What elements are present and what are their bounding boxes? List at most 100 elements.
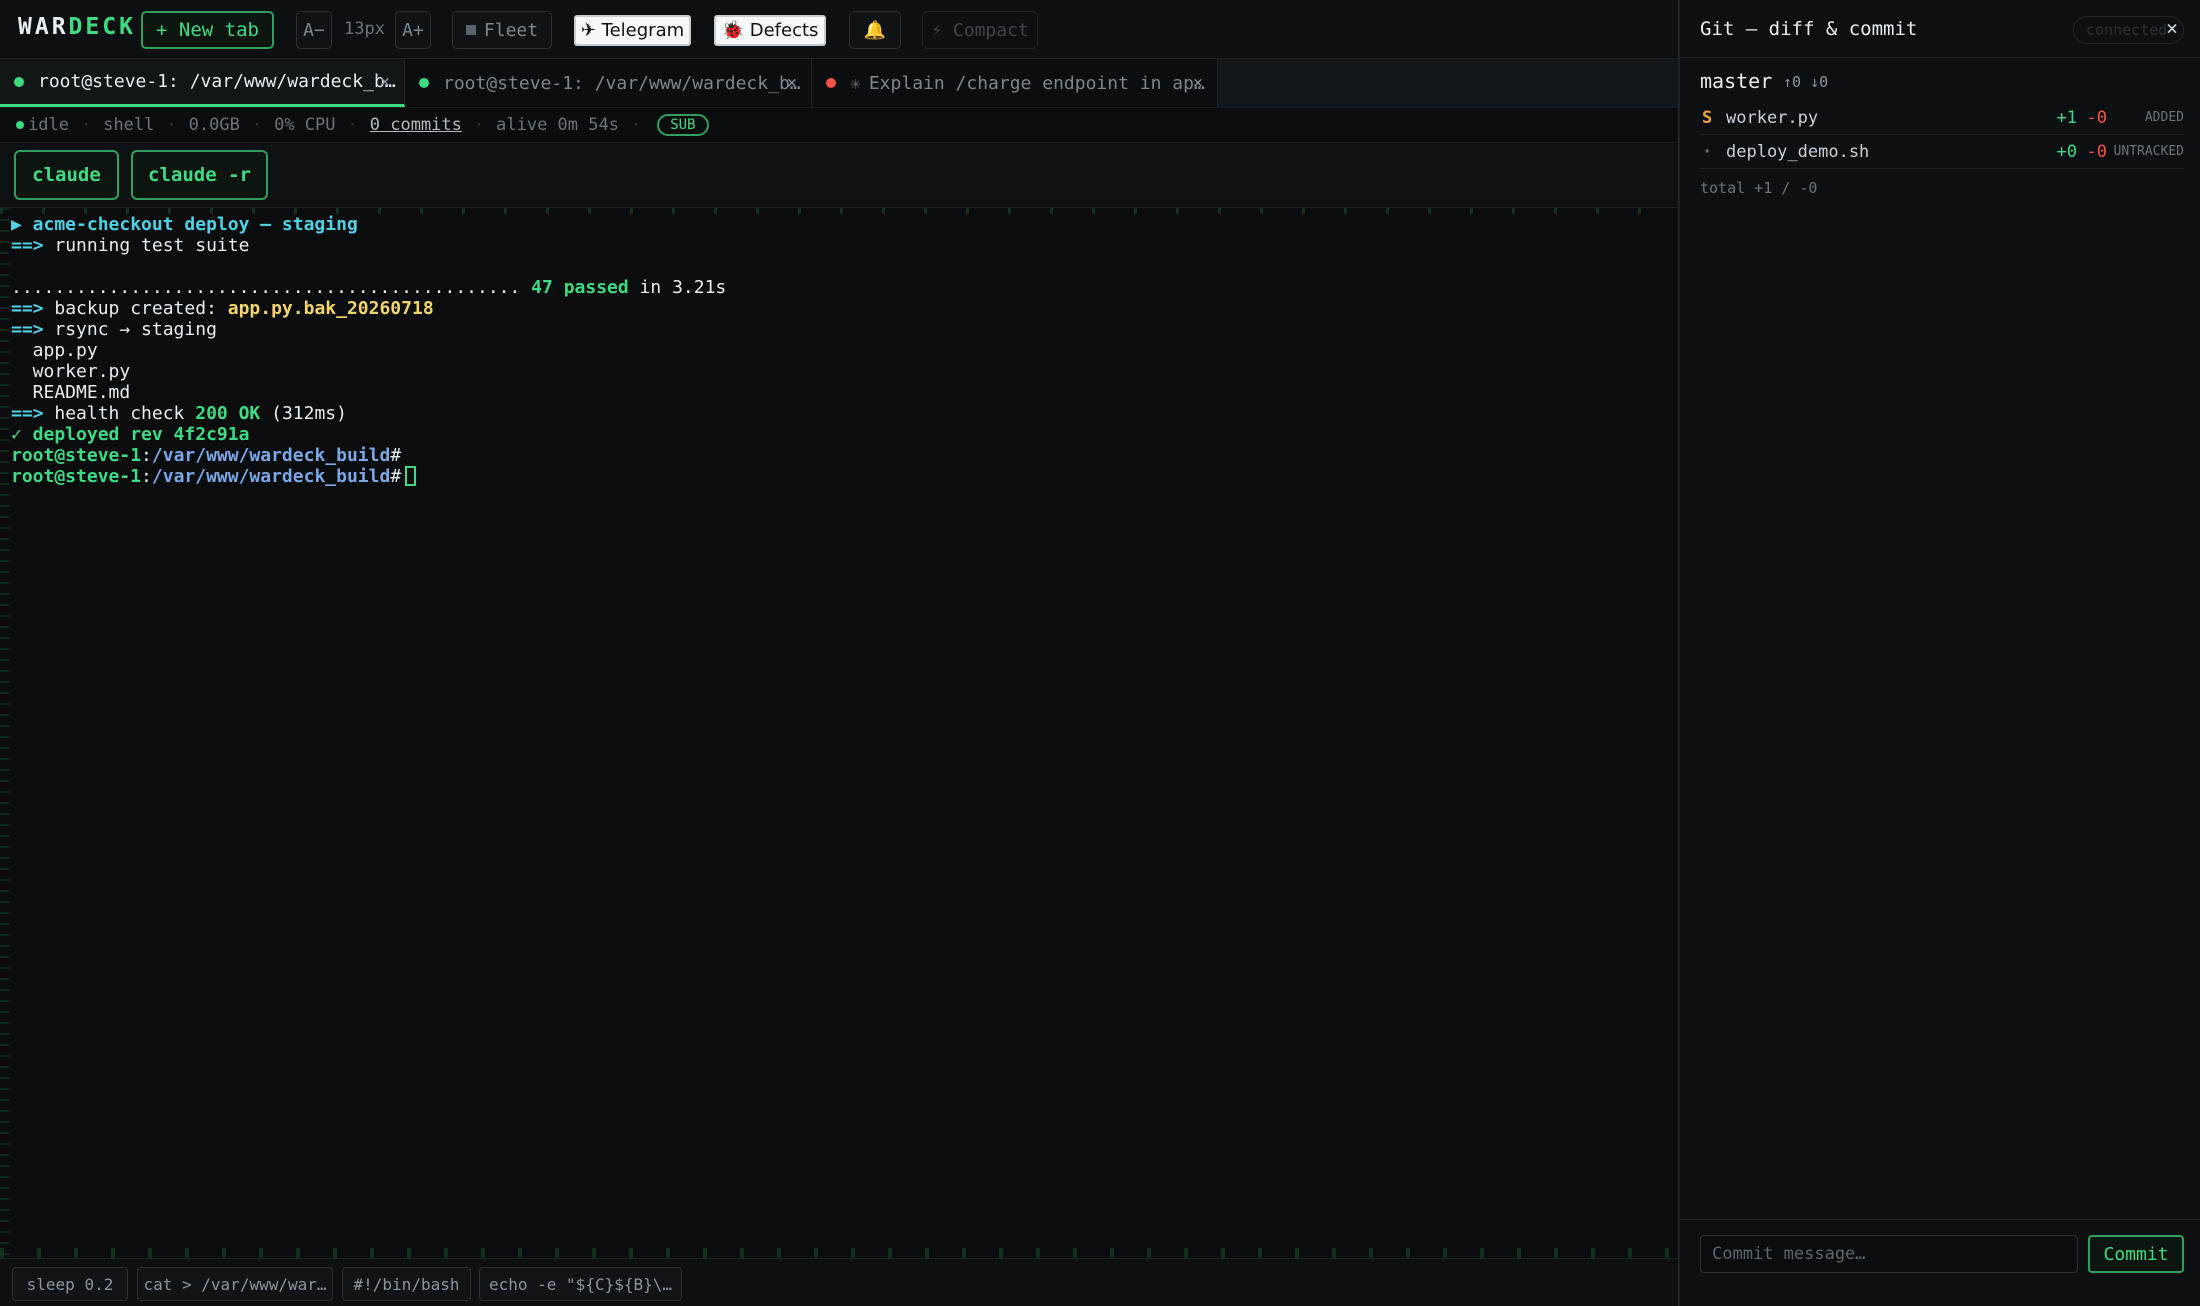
terminal-edge-decoration: [0, 1248, 1678, 1258]
sparkle-icon: ✳: [850, 72, 861, 94]
separator: ·: [80, 115, 92, 135]
changed-file-row[interactable]: S worker.py +1 -0 ADDED: [1700, 101, 2184, 135]
arrow-marker: ==>: [11, 403, 44, 424]
fleet-label: Fleet: [483, 19, 539, 41]
line-text: backup created:: [43, 298, 228, 319]
terminal-edge-decoration: [0, 208, 9, 1258]
tab-title: root@steve-1: /var/www/wardeck_b…: [38, 71, 396, 92]
sub-badge[interactable]: SUB: [657, 114, 709, 136]
bell-icon[interactable]: 🔔: [849, 11, 901, 49]
prompt-colon: :: [141, 445, 152, 466]
test-dots: ........................................…: [11, 277, 521, 298]
terminal-line: ==> rsync → staging: [11, 319, 217, 340]
tab-status-dot: [14, 76, 24, 87]
line-text: running test suite: [43, 235, 250, 256]
separator: ·: [473, 115, 485, 135]
line-text: health check: [43, 403, 196, 424]
prompt-path: /var/www/wardeck_build: [151, 466, 391, 487]
main-area: WARDECK + New tab A− 13px A+ Fleet ✈ Tel…: [0, 0, 1678, 1306]
passed-count: 47 passed: [520, 277, 629, 298]
additions-count: +1: [2056, 108, 2077, 128]
fleet-square-icon: [465, 25, 476, 35]
terminal-output[interactable]: ▶ acme-checkout deploy — staging ==> run…: [0, 208, 1678, 1258]
ahead-behind-count: ↑0 ↓0: [1783, 73, 1829, 91]
terminal-cursor: [405, 466, 417, 486]
tab-close-icon[interactable]: ×: [380, 72, 390, 92]
claude-resume-button[interactable]: claude -r: [131, 150, 268, 200]
arrow-marker: ==>: [11, 319, 44, 340]
branch-name: master: [1700, 69, 1773, 93]
commit-message-input[interactable]: [1700, 1235, 2078, 1273]
history-chip[interactable]: cat > /var/www/war…: [137, 1267, 333, 1301]
arrow-marker: ==>: [11, 235, 44, 256]
prompt-hash: #: [390, 466, 402, 487]
terminal-line: ✓ deployed rev 4f2c91a: [11, 424, 250, 445]
git-panel: Git — diff & commit connected × master ↑…: [1678, 0, 2200, 1306]
terminal-tab-1[interactable]: root@steve-1: /var/www/wardeck_b… ×: [0, 59, 405, 107]
file-name: worker.py: [1726, 108, 1819, 128]
history-chip[interactable]: sleep 0.2: [12, 1267, 128, 1301]
backup-filename: app.py.bak_20260718: [227, 298, 434, 319]
git-panel-title: Git — diff & commit: [1700, 18, 1918, 40]
prompt-user: root@steve-1: [11, 466, 142, 487]
separator: ·: [630, 115, 642, 135]
tab-bar: root@steve-1: /var/www/wardeck_b… × root…: [0, 59, 1678, 107]
logo-text-war: WAR: [18, 14, 69, 40]
terminal-line: worker.py: [11, 361, 131, 382]
command-history-bar: sleep 0.2 cat > /var/www/war… #!/bin/bas…: [0, 1258, 1678, 1306]
top-toolbar: WARDECK + New tab A− 13px A+ Fleet ✈ Tel…: [0, 0, 1678, 59]
quick-command-bar: claude claude -r: [0, 143, 1678, 208]
tab-close-icon[interactable]: ×: [1193, 73, 1203, 93]
diff-total: total +1 / -0: [1700, 179, 1818, 197]
shell-prompt: root@steve-1:/var/www/wardeck_build#: [11, 466, 417, 487]
prompt-path: /var/www/wardeck_build: [151, 445, 391, 466]
tab-bar-empty-area: [1218, 59, 1678, 107]
font-decrease-button[interactable]: A−: [296, 11, 332, 49]
status-cpu: 0% CPU: [274, 115, 336, 135]
tab-close-icon[interactable]: ×: [787, 73, 797, 93]
separator: ·: [347, 115, 358, 135]
file-status: S: [1702, 108, 1713, 128]
compact-button[interactable]: ⚡ Compact: [922, 11, 1038, 49]
file-change-tag: ADDED: [2144, 110, 2184, 125]
telegram-button[interactable]: ✈ Telegram: [574, 15, 691, 46]
prompt-colon: :: [141, 466, 152, 487]
line-text: in 3.21s: [628, 277, 727, 298]
separator: ·: [251, 115, 263, 135]
file-change-tag: UNTRACKED: [2113, 144, 2184, 159]
deletions-count: -0: [2086, 142, 2107, 162]
prompt-user: root@steve-1: [11, 445, 142, 466]
claude-button[interactable]: claude: [14, 150, 119, 200]
arrow-marker: ==>: [11, 298, 44, 319]
history-chip[interactable]: echo -e "${C}${B}\…: [479, 1267, 682, 1301]
divider: [1680, 57, 2200, 58]
terminal-line: ........................................…: [11, 277, 726, 298]
close-icon[interactable]: ×: [2166, 16, 2178, 40]
health-status: 200 OK: [195, 403, 261, 424]
commit-button[interactable]: Commit: [2088, 1235, 2184, 1273]
font-increase-button[interactable]: A+: [395, 11, 431, 49]
terminal-line: ==> running test suite: [11, 235, 249, 256]
line-text: (312ms): [260, 403, 347, 424]
commits-link[interactable]: 0 commits: [370, 115, 462, 135]
deletions-count: -0: [2086, 108, 2107, 128]
status-uptime: alive 0m 54s: [496, 115, 619, 135]
defects-button[interactable]: 🐞 Defects: [714, 15, 826, 46]
tab-title: root@steve-1: /var/www/wardeck_b…: [443, 72, 801, 94]
status-memory: 0.0GB: [188, 115, 240, 135]
additions-count: +0: [2056, 142, 2077, 162]
tab-status-dot: [419, 78, 429, 88]
terminal-tab-2[interactable]: root@steve-1: /var/www/wardeck_b… ×: [405, 59, 812, 107]
fleet-button[interactable]: Fleet: [452, 11, 552, 49]
prompt-hash: #: [390, 445, 402, 466]
tab-title: Explain /charge endpoint in ap…: [868, 72, 1205, 94]
history-chip[interactable]: #!/bin/bash: [342, 1267, 471, 1301]
font-size-label: 13px: [344, 19, 385, 39]
claude-tab[interactable]: ✳ Explain /charge endpoint in ap… ×: [812, 59, 1218, 107]
status-dot: [16, 121, 24, 129]
changed-file-row[interactable]: · deploy_demo.sh +0 -0 UNTRACKED: [1700, 135, 2184, 169]
app-logo: WARDECK: [18, 14, 136, 40]
line-text: rsync → staging: [43, 319, 217, 340]
new-tab-button[interactable]: + New tab: [141, 11, 274, 49]
terminal-line: README.md: [11, 382, 131, 403]
